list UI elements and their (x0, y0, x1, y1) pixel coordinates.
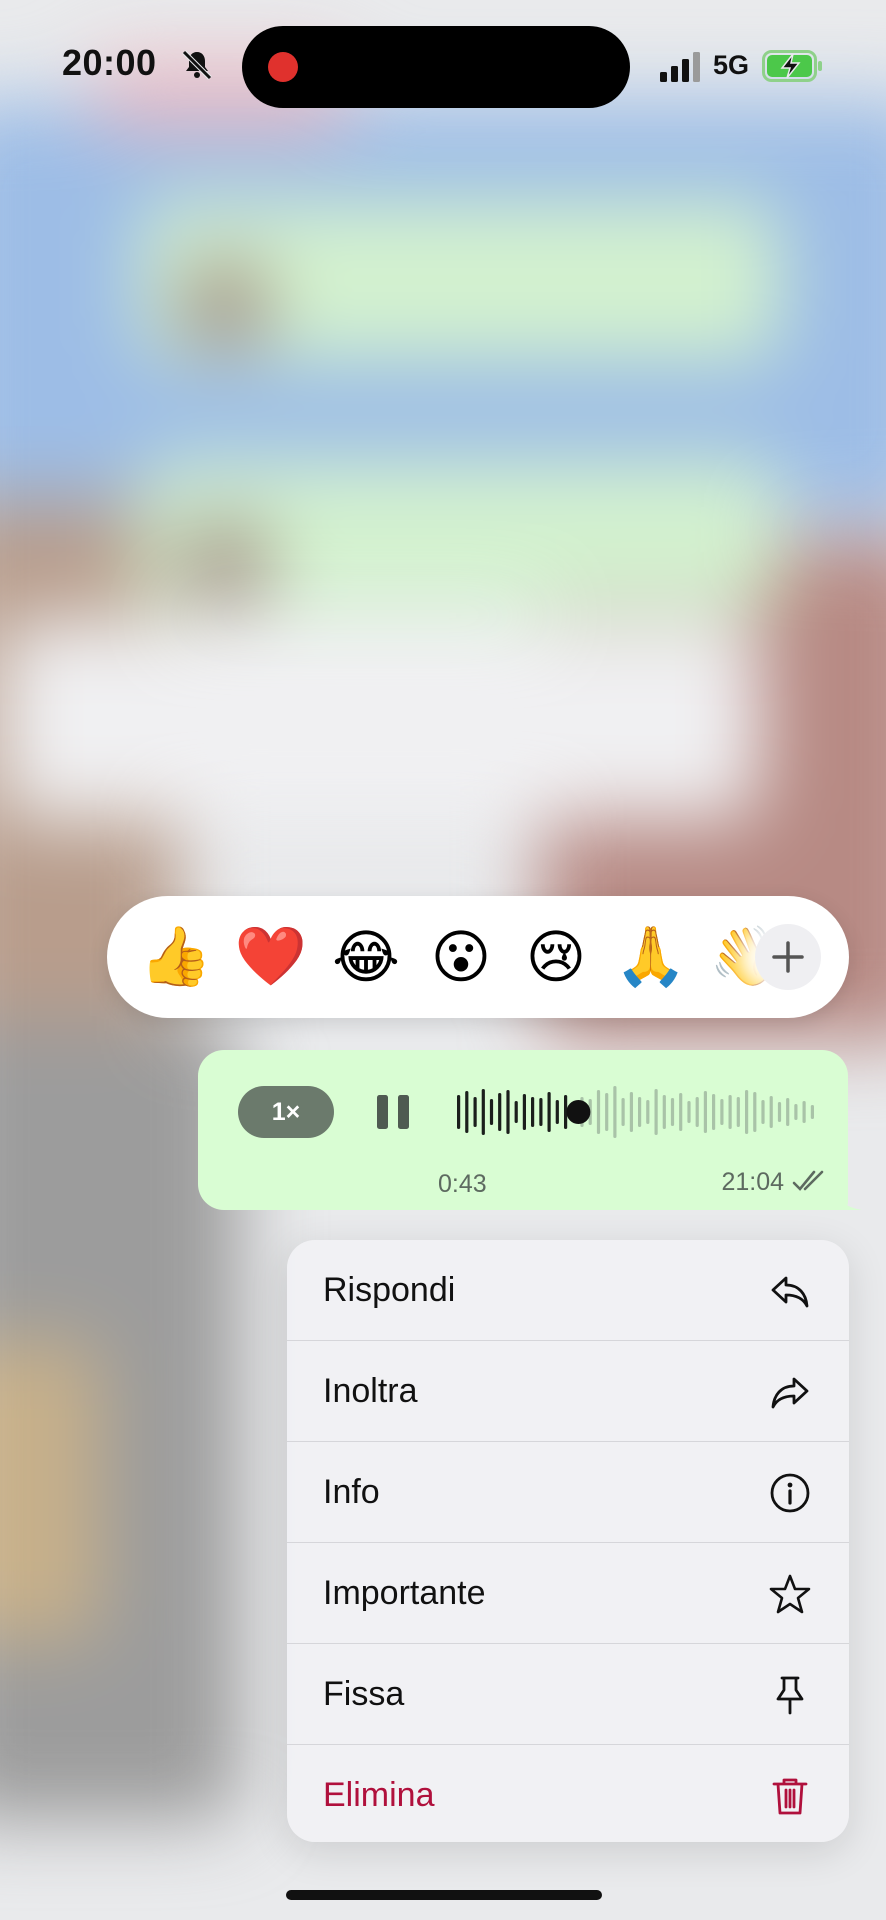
double-check-icon (792, 1170, 824, 1191)
reaction-laughing[interactable]: 😂 (321, 896, 411, 1018)
waveform-bar (720, 1099, 724, 1125)
waveform-bar (547, 1092, 551, 1132)
pin-icon (776, 1676, 804, 1715)
playback-scrubber[interactable] (566, 1100, 591, 1124)
waveform-bar (703, 1091, 707, 1133)
waveform-bar (761, 1100, 765, 1124)
waveform-bar (687, 1101, 691, 1123)
pause-icon[interactable] (373, 1092, 413, 1132)
waveform-bar (596, 1090, 601, 1134)
bell-muted-icon (182, 50, 212, 80)
menu-item-star[interactable]: Importante (287, 1543, 849, 1644)
network-type: 5G (713, 50, 750, 80)
screen: 20:00 5G 👍 ❤️ 😂 😮 😢 🙏 👋 1× 0:43 21:04 Ri… (0, 0, 886, 1920)
menu-item-label: Rispondi (323, 1271, 456, 1309)
waveform-bar (695, 1097, 699, 1127)
waveform-bar (514, 1101, 518, 1123)
dynamic-island (242, 26, 630, 108)
reply-icon (771, 1276, 809, 1308)
waveform-bar (473, 1097, 477, 1127)
waveform-bar (802, 1101, 806, 1123)
waveform-bar (810, 1105, 814, 1119)
waveform-bar (613, 1086, 617, 1138)
reaction-surprised[interactable]: 😮 (416, 896, 506, 1018)
info-icon (770, 1473, 810, 1513)
waveform-bar (777, 1102, 782, 1122)
waveform-bar (555, 1100, 559, 1124)
home-indicator (286, 1890, 602, 1900)
playback-speed-button[interactable]: 1× (238, 1086, 334, 1138)
reaction-pray[interactable]: 🙏 (606, 896, 696, 1018)
message-time: 21:04 (721, 1168, 784, 1196)
menu-item-label: Importante (323, 1574, 486, 1612)
waveform-bar (506, 1090, 510, 1134)
menu-item-forward[interactable]: Inoltra (287, 1341, 849, 1442)
more-reactions-button[interactable] (755, 924, 821, 990)
waveform-bar (769, 1096, 773, 1128)
menu-item-pin[interactable]: Fissa (287, 1644, 849, 1745)
menu-item-label: Inoltra (323, 1372, 418, 1410)
menu-item-label: Info (323, 1473, 380, 1511)
waveform-bar (712, 1094, 716, 1130)
signal-icon (660, 52, 700, 82)
waveform-bar (679, 1093, 683, 1131)
waveform-bar (457, 1095, 461, 1129)
waveform-bar (745, 1090, 749, 1134)
waveform-bar (621, 1098, 625, 1126)
reaction-thumbs-up[interactable]: 👍 (131, 896, 221, 1018)
waveform-bar (522, 1094, 526, 1130)
waveform-bar (489, 1099, 494, 1125)
waveform-bar (670, 1098, 675, 1126)
waveform-bar (753, 1092, 757, 1132)
reaction-bar: 👍 ❤️ 😂 😮 😢 🙏 👋 (107, 896, 849, 1018)
waveform-bar (465, 1091, 469, 1133)
menu-item-info[interactable]: Info (287, 1442, 849, 1543)
recording-dot-icon (268, 52, 298, 82)
waveform-bar (539, 1098, 543, 1126)
waveform-bar (629, 1092, 633, 1132)
waveform-bar (481, 1089, 485, 1135)
bubble-tail (832, 1184, 862, 1210)
status-time: 20:00 (62, 42, 157, 83)
waveform-bar (605, 1093, 609, 1131)
waveform-bar (654, 1089, 658, 1135)
battery-charging-icon (762, 50, 822, 82)
trash-icon (772, 1778, 808, 1815)
voice-message-bubble[interactable]: 1× 0:43 21:04 (198, 1050, 862, 1210)
menu-item-label: Elimina (323, 1776, 435, 1814)
waveform-bar (794, 1104, 798, 1120)
plus-icon (772, 941, 804, 973)
menu-item-reply[interactable]: Rispondi (287, 1240, 849, 1341)
reaction-heart[interactable]: ❤️ (226, 896, 316, 1018)
star-icon (769, 1574, 811, 1614)
voice-duration: 0:43 (438, 1170, 487, 1198)
reaction-crying[interactable]: 😢 (511, 896, 601, 1018)
waveform-bar (728, 1095, 732, 1129)
waveform-bar (646, 1100, 650, 1124)
waveform-bar (662, 1095, 666, 1129)
message-context-menu: Rispondi Inoltra Info Importante Fissa E… (287, 1240, 849, 1842)
waveform-bar (736, 1097, 740, 1127)
waveform-bar (638, 1097, 642, 1127)
menu-item-delete[interactable]: Elimina (287, 1745, 849, 1842)
forward-icon (771, 1377, 809, 1409)
waveform-bar (531, 1097, 535, 1127)
waveform-bar (498, 1093, 502, 1131)
status-bar: 20:00 5G (0, 0, 886, 130)
audio-waveform[interactable] (453, 1080, 815, 1144)
waveform-bar (786, 1098, 790, 1126)
menu-item-label: Fissa (323, 1675, 405, 1713)
